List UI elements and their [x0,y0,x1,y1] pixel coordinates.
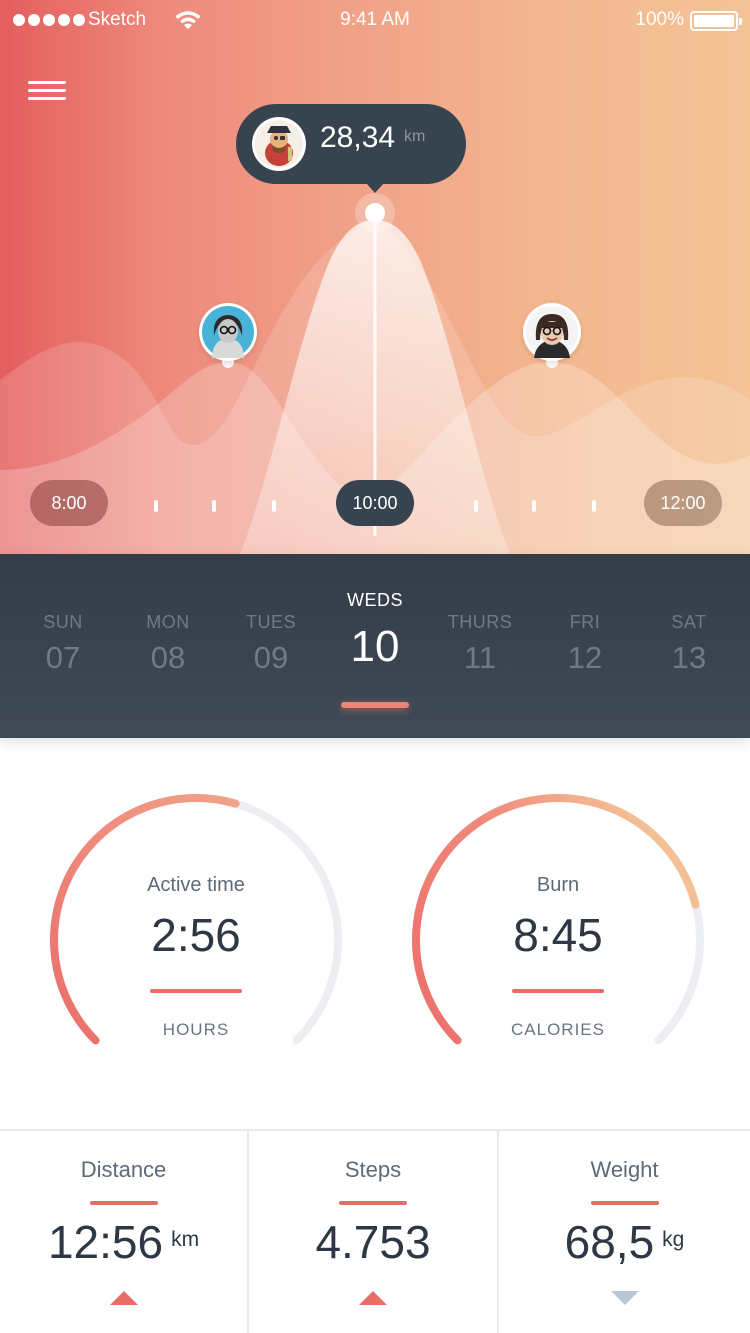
day-name: SAT [671,612,707,632]
stat-label: Weight [590,1157,659,1182]
day-thursday[interactable]: THURS 11 [428,554,532,738]
stat-label: Distance [80,1157,167,1182]
time-tick [592,500,596,512]
stats-row: Distance 12:56 km Steps 4.753 Weight 68,5… [0,1129,750,1333]
selected-day-indicator [341,702,409,708]
activity-waves-chart [0,193,750,554]
day-number: 11 [463,640,497,675]
pirate-avatar [252,117,306,171]
day-number: 07 [45,640,81,675]
woman-smiling-avatar-icon [526,306,578,358]
battery-percentage: 100% [635,9,684,30]
time-tick [212,500,216,512]
activity-chart-header: Sketch 9:41 AM 100% 28,34 km 8:00 10:00 … [0,0,750,554]
distance-tooltip[interactable]: 28,34 km [236,104,466,193]
stat-weight[interactable]: Weight 68,5 kg [497,1131,750,1333]
ring-label: Burn [536,874,580,896]
time-tick [154,500,158,512]
trend-up-icon [109,1291,138,1305]
time-pill-end[interactable]: 12:00 [644,480,722,526]
day-sunday[interactable]: SUN 07 [11,554,115,738]
menu-icon-line [28,89,66,92]
stat-value-group: 68,5 kg [499,1215,750,1269]
day-number: 08 [150,640,186,675]
stat-distance[interactable]: Distance 12:56 km [0,1131,247,1333]
day-number: 09 [253,640,289,675]
ring-divider [150,989,242,993]
day-wednesday-selected[interactable]: WEDS 10 [323,554,427,738]
peak-marker-dot [365,203,385,223]
stat-value: 12:56 [47,1216,164,1268]
ring-divider [512,989,604,993]
ring-label: Active time [147,874,245,896]
ring-unit: HOURS [162,1020,230,1039]
friend-avatar-left[interactable] [199,303,257,361]
time-tick [272,500,276,512]
ring-value: 8:45 [513,909,603,961]
battery-icon [690,11,742,31]
day-name: FRI [569,612,601,632]
day-name: MON [146,612,190,632]
day-saturday[interactable]: SAT 13 [637,554,741,738]
menu-button[interactable] [28,80,66,100]
day-monday[interactable]: MON 08 [116,554,220,738]
stat-divider [590,1201,659,1205]
day-name: TUES [245,612,296,632]
stat-unit: km [171,1228,200,1251]
trend-down-icon [610,1291,639,1305]
tooltip-distance-value: 28,34 [320,121,396,154]
tooltip-distance-unit: km [404,128,426,145]
ring-unit: CALORIES [511,1020,605,1039]
menu-icon-line [28,81,66,84]
day-number: 12 [567,640,603,675]
stat-value: 68,5 [564,1216,655,1268]
day-name: THURS [447,612,513,632]
stat-value-group: 4.753 [249,1215,497,1269]
time-pill-start[interactable]: 8:00 [30,480,108,526]
active-time-ring[interactable]: Active time 2:56 HOURS [46,790,346,1090]
day-number: 13 [671,640,707,675]
day-name: WEDS [347,590,403,610]
friend-avatar-right[interactable] [523,303,581,361]
time-tick [474,500,478,512]
day-friday[interactable]: FRI 12 [533,554,637,738]
stat-label: Steps [344,1157,402,1182]
time-tick [532,500,536,512]
woman-glasses-avatar-icon [202,306,254,358]
day-number: 10 [350,622,400,671]
day-selector: SUN 07 MON 08 TUES 09 WEDS 10 THURS 11 F… [0,554,750,738]
ring-value: 2:56 [151,909,241,961]
stat-value-group: 12:56 km [0,1215,247,1269]
stat-divider [339,1201,407,1205]
burn-ring[interactable]: Burn 8:45 CALORIES [408,790,708,1090]
day-name: SUN [43,612,83,632]
stat-value: 4.753 [315,1216,431,1268]
pirate-avatar-icon [255,120,303,168]
menu-icon-line [28,97,66,100]
stat-unit: kg [662,1228,685,1251]
day-tuesday[interactable]: TUES 09 [219,554,323,738]
trend-up-icon [359,1291,387,1305]
stat-steps[interactable]: Steps 4.753 [247,1131,497,1333]
status-bar: Sketch 9:41 AM 100% [0,0,750,40]
time-pill-current[interactable]: 10:00 [336,480,414,526]
stat-divider [89,1201,158,1205]
